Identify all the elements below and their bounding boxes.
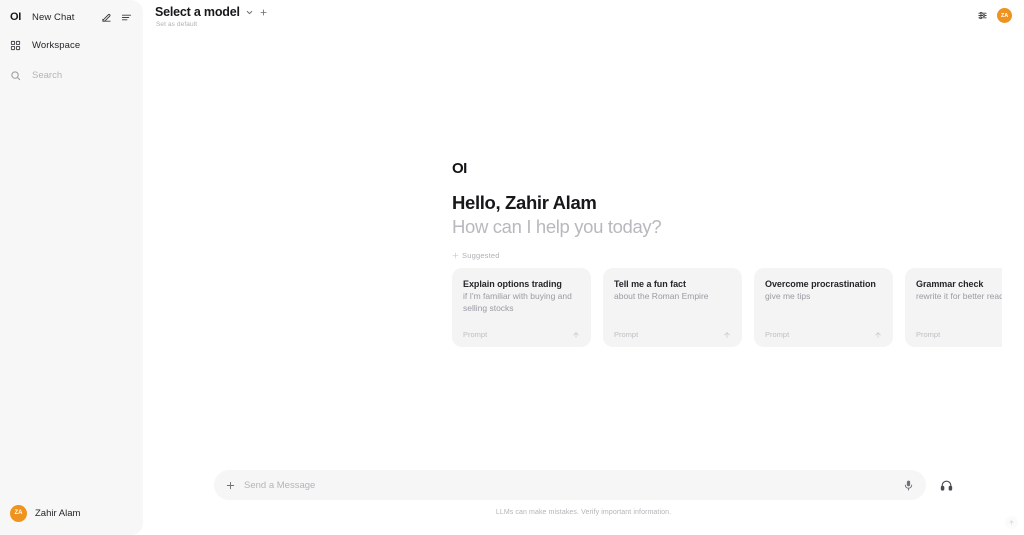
sidebar-item-workspace[interactable]: Workspace (0, 34, 143, 56)
suggestion-card-prompt-label: Prompt (765, 330, 790, 340)
model-selector[interactable]: Select a model Set as default (155, 5, 268, 28)
suggestion-card-prompt-label: Prompt (614, 330, 639, 340)
search-icon (10, 70, 26, 81)
suggestion-card-list: Explain options trading if I'm familiar … (452, 268, 1002, 348)
arrow-up-icon[interactable] (874, 331, 882, 339)
app-root: OI New Chat Workspace ZA Zahir Alam (0, 0, 1024, 535)
sidebar-item-label-workspace: Workspace (32, 39, 81, 51)
suggestion-card[interactable]: Tell me a fun fact about the Roman Empir… (603, 268, 742, 348)
sidebar-search-row[interactable] (0, 64, 143, 86)
sliders-icon[interactable] (977, 10, 988, 21)
disclaimer-text: LLMs can make mistakes. Verify important… (495, 509, 672, 516)
suggested-header: Suggested (452, 251, 1012, 260)
suggestion-card-prompt-label: Prompt (916, 330, 941, 340)
suggestion-card-footer: Prompt (765, 330, 882, 339)
suggestion-card-subtitle: give me tips (765, 291, 811, 302)
suggested-label: Suggested (462, 251, 500, 261)
suggestion-card-subtitle: about the Roman Empire (614, 291, 709, 302)
suggestion-card-subtitle: if I'm familiar with buying and selling … (463, 291, 572, 313)
chevron-down-icon[interactable] (245, 8, 254, 17)
sidebar-user-profile[interactable]: ZA Zahir Alam (0, 501, 143, 525)
model-name-label: Select a model (155, 5, 240, 19)
panel-toggle-icon[interactable] (119, 10, 133, 24)
headphones-icon[interactable] (940, 479, 953, 492)
page-title: Hello, Zahir Alam (452, 192, 597, 213)
sidebar-user-name: Zahir Alam (35, 507, 81, 519)
suggestion-carousel[interactable]: Explain options trading if I'm familiar … (452, 268, 1002, 348)
new-model-plus-icon[interactable] (259, 8, 268, 17)
main-content: Select a model Set as default ZA OI Hell… (143, 0, 1024, 535)
suggestion-card-footer: Prompt (916, 330, 1002, 339)
scroll-to-top-button[interactable] (1005, 516, 1018, 529)
compose-icon[interactable] (99, 10, 113, 24)
page-subtitle: How can I help you today? (452, 216, 662, 238)
suggestion-card[interactable]: Grammar check rewrite it for better read… (905, 268, 1002, 348)
suggestion-card-subtitle: rewrite it for better readability (916, 291, 1002, 302)
app-logo: OI (10, 11, 22, 23)
hero-section: OI Hello, Zahir Alam How can I help you … (452, 160, 1012, 348)
suggestion-card[interactable]: Overcome procrastination give me tips Pr… (754, 268, 893, 348)
suggestion-card-title: Overcome procrastination (765, 279, 876, 290)
composer-area: LLMs can make mistakes. Verify important… (143, 470, 1024, 516)
search-input[interactable] (32, 69, 127, 81)
top-bar-actions: ZA (977, 5, 1012, 23)
composer-row (214, 470, 953, 500)
sidebar-item-label-new-chat: New Chat (32, 11, 75, 23)
message-composer[interactable] (214, 470, 926, 500)
arrow-up-icon[interactable] (723, 331, 731, 339)
avatar: ZA (10, 504, 27, 522)
avatar[interactable]: ZA (997, 8, 1012, 23)
sidebar: OI New Chat Workspace ZA Zahir Alam (0, 0, 143, 535)
suggestion-card-title: Grammar check (916, 279, 984, 290)
suggestion-card-footer: Prompt (463, 330, 580, 339)
suggestion-card-title: Explain options trading (463, 279, 562, 290)
hero-logo: OI (452, 160, 467, 177)
arrow-up-icon[interactable] (572, 331, 580, 339)
sidebar-new-chat-row[interactable]: OI New Chat (0, 6, 143, 28)
message-input[interactable] (244, 479, 903, 491)
model-selector-row[interactable]: Select a model (155, 5, 268, 19)
suggestion-card-title: Tell me a fun fact (614, 279, 686, 290)
suggestion-card[interactable]: Explain options trading if I'm familiar … (452, 268, 591, 348)
top-bar: Select a model Set as default ZA (143, 0, 1024, 34)
suggestion-card-prompt-label: Prompt (463, 330, 488, 340)
microphone-icon[interactable] (903, 480, 914, 491)
suggestion-card-footer: Prompt (614, 330, 731, 339)
set-as-default-label[interactable]: Set as default (156, 21, 268, 28)
grid-icon (10, 40, 26, 51)
plus-icon[interactable] (225, 480, 236, 491)
sparkle-icon (452, 252, 459, 259)
